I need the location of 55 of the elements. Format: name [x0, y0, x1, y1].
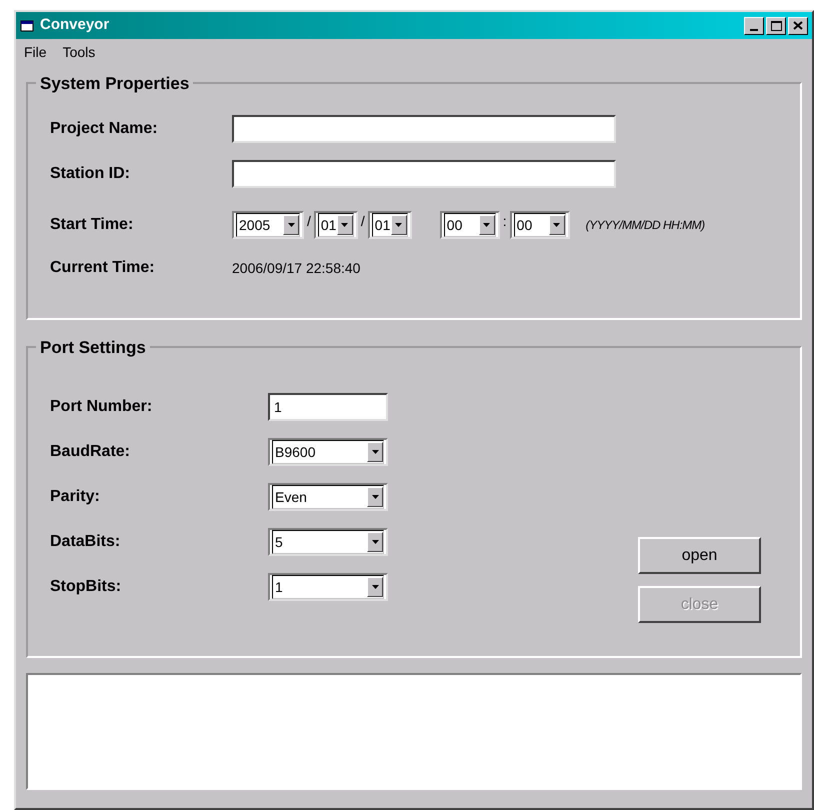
dropdown-button[interactable]	[548, 215, 565, 235]
close-button[interactable]	[788, 16, 808, 34]
dropdown-button[interactable]	[283, 215, 299, 235]
port-number-field[interactable]: 1	[268, 393, 388, 421]
field-label: DataBits:	[50, 532, 122, 552]
maximize-icon	[770, 20, 782, 30]
caret-icon	[288, 223, 294, 227]
current-time-value: 2006/09/17 22:58:40	[232, 258, 360, 278]
dropdown[interactable]: Even	[268, 483, 388, 511]
caret-icon	[372, 585, 378, 589]
dropdown[interactable]: 5	[268, 528, 388, 556]
menu-item[interactable]: Tools	[62, 42, 96, 62]
dropdown[interactable]: B9600	[268, 438, 388, 466]
dropdown[interactable]: 00	[510, 211, 570, 239]
maximize-button[interactable]	[766, 16, 786, 34]
window-icon	[20, 18, 36, 32]
dropdown-button[interactable]	[390, 215, 407, 235]
field-label: BaudRate:	[50, 442, 132, 462]
dropdown[interactable]: 2005	[232, 211, 304, 239]
dropdown-button[interactable]	[478, 215, 495, 235]
close-icon	[793, 21, 803, 30]
dropdown-button[interactable]	[336, 215, 353, 235]
dropdown-button[interactable]	[367, 577, 383, 597]
dropdown[interactable]: 01	[368, 211, 412, 239]
minimize-button[interactable]	[744, 16, 764, 34]
project-name-field[interactable]	[232, 115, 616, 143]
dropdown[interactable]: 01	[314, 211, 358, 239]
separator-text: /	[306, 212, 312, 231]
dropdown-button[interactable]	[367, 532, 383, 552]
field-label: Parity:	[50, 487, 101, 507]
field-label: Current Time:	[50, 258, 156, 278]
dropdown-button[interactable]	[367, 442, 383, 462]
open-button[interactable]: open	[638, 537, 761, 574]
format-hint: (YYYY/MM/DD HH:MM)	[586, 217, 705, 234]
dropdown-button[interactable]	[367, 487, 383, 507]
caret-icon	[483, 223, 490, 227]
field-label: Project Name:	[50, 119, 159, 139]
field-label: Port Number:	[50, 397, 154, 417]
station-id-field[interactable]	[232, 160, 616, 188]
menu-item[interactable]: File	[24, 42, 47, 62]
dropdown[interactable]: 1	[268, 573, 388, 601]
dropdown[interactable]: 00	[440, 211, 500, 239]
window-title: Conveyor	[40, 15, 110, 36]
field-label: StopBits:	[50, 577, 122, 597]
minimize-icon	[750, 28, 758, 30]
caret-icon	[395, 223, 402, 227]
caret-icon	[372, 450, 378, 454]
separator-text: /	[360, 212, 366, 231]
field-label: Station ID:	[50, 164, 131, 184]
field-label: Start Time:	[50, 215, 134, 235]
caret-icon	[372, 495, 378, 499]
caret-icon	[553, 223, 560, 227]
caret-icon	[372, 540, 378, 544]
separator-text: :	[502, 212, 508, 231]
caret-icon	[341, 223, 348, 227]
